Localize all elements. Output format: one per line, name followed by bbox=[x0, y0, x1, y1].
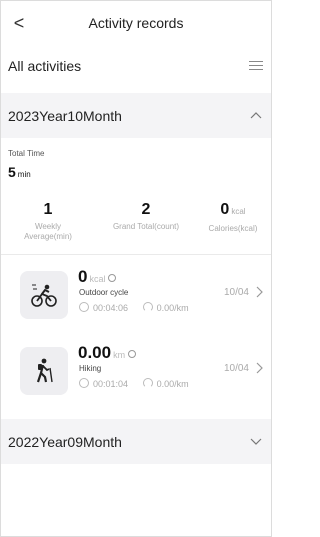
activity-pace: 0.00/km bbox=[156, 379, 189, 389]
activity-pace: 0.00/km bbox=[156, 303, 189, 313]
page-title: Activity records bbox=[88, 15, 184, 31]
stat-caption: Calories(kcal) bbox=[208, 224, 258, 233]
info-icon bbox=[108, 273, 117, 282]
filter-label: All activities bbox=[8, 58, 82, 74]
chevron-right-icon bbox=[256, 362, 263, 374]
clock-icon bbox=[79, 302, 89, 312]
app-frame: < Activity records All activities 2023Ye… bbox=[0, 0, 272, 537]
activity-date: 10/04 bbox=[223, 363, 249, 374]
chevron-up-icon bbox=[250, 112, 262, 119]
month-label: 2022Year09Month bbox=[8, 434, 122, 450]
chevron-right-icon bbox=[256, 286, 263, 298]
stat-calories: 0 kcal Calories(kcal) bbox=[201, 201, 265, 234]
activity-meta: 00:04:06 0.00/km bbox=[79, 302, 201, 313]
clock-icon bbox=[79, 378, 89, 388]
activity-icon-box bbox=[20, 347, 68, 395]
cycling-icon bbox=[31, 284, 57, 307]
activity-card-outdoor-cycle[interactable]: 0 kcal Outdoor cycle 00:04:06 0.00/km 10/… bbox=[1, 265, 271, 325]
month-header-2023-10[interactable]: 2023Year10Month bbox=[1, 93, 271, 138]
activity-meta: 00:01:04 0.00/km bbox=[79, 378, 201, 389]
pace-icon bbox=[142, 378, 153, 388]
activity-date: 10/04 bbox=[223, 287, 249, 298]
stat-grand-total: 2 Grand Total(count) bbox=[109, 201, 183, 232]
activity-filter[interactable]: All activities bbox=[1, 45, 271, 85]
stat-weekly-average: 1 Weekly Average(min) bbox=[15, 201, 81, 242]
stat-value: 0 kcal bbox=[220, 201, 246, 218]
stat-caption: Grand Total(count) bbox=[112, 222, 180, 231]
activity-type: Hiking bbox=[79, 364, 102, 373]
total-time-value: 5 min bbox=[8, 164, 31, 180]
stat-value: 1 bbox=[43, 201, 53, 218]
month-label: 2023Year10Month bbox=[8, 108, 122, 124]
hiking-icon bbox=[36, 358, 53, 383]
activity-icon-box bbox=[20, 271, 68, 319]
stat-value: 2 bbox=[141, 201, 151, 218]
pace-icon bbox=[142, 302, 153, 312]
info-icon bbox=[128, 349, 137, 358]
chevron-down-icon bbox=[250, 438, 262, 445]
header: < Activity records bbox=[1, 1, 271, 45]
activity-duration: 00:04:06 bbox=[93, 303, 129, 313]
activity-value: 0.00 km bbox=[78, 343, 137, 363]
menu-icon[interactable] bbox=[249, 61, 263, 70]
activity-card-hiking[interactable]: 0.00 km Hiking 00:01:04 0.00/km 10/04 bbox=[1, 341, 271, 401]
month-header-2022-09[interactable]: 2022Year09Month bbox=[1, 419, 271, 464]
activity-type: Outdoor cycle bbox=[79, 288, 129, 297]
total-time-label: Total Time bbox=[8, 149, 45, 158]
activity-duration: 00:01:04 bbox=[93, 379, 129, 389]
divider bbox=[1, 254, 271, 255]
activity-value: 0 kcal bbox=[78, 267, 117, 287]
stat-caption: Weekly Average(min) bbox=[24, 222, 72, 241]
